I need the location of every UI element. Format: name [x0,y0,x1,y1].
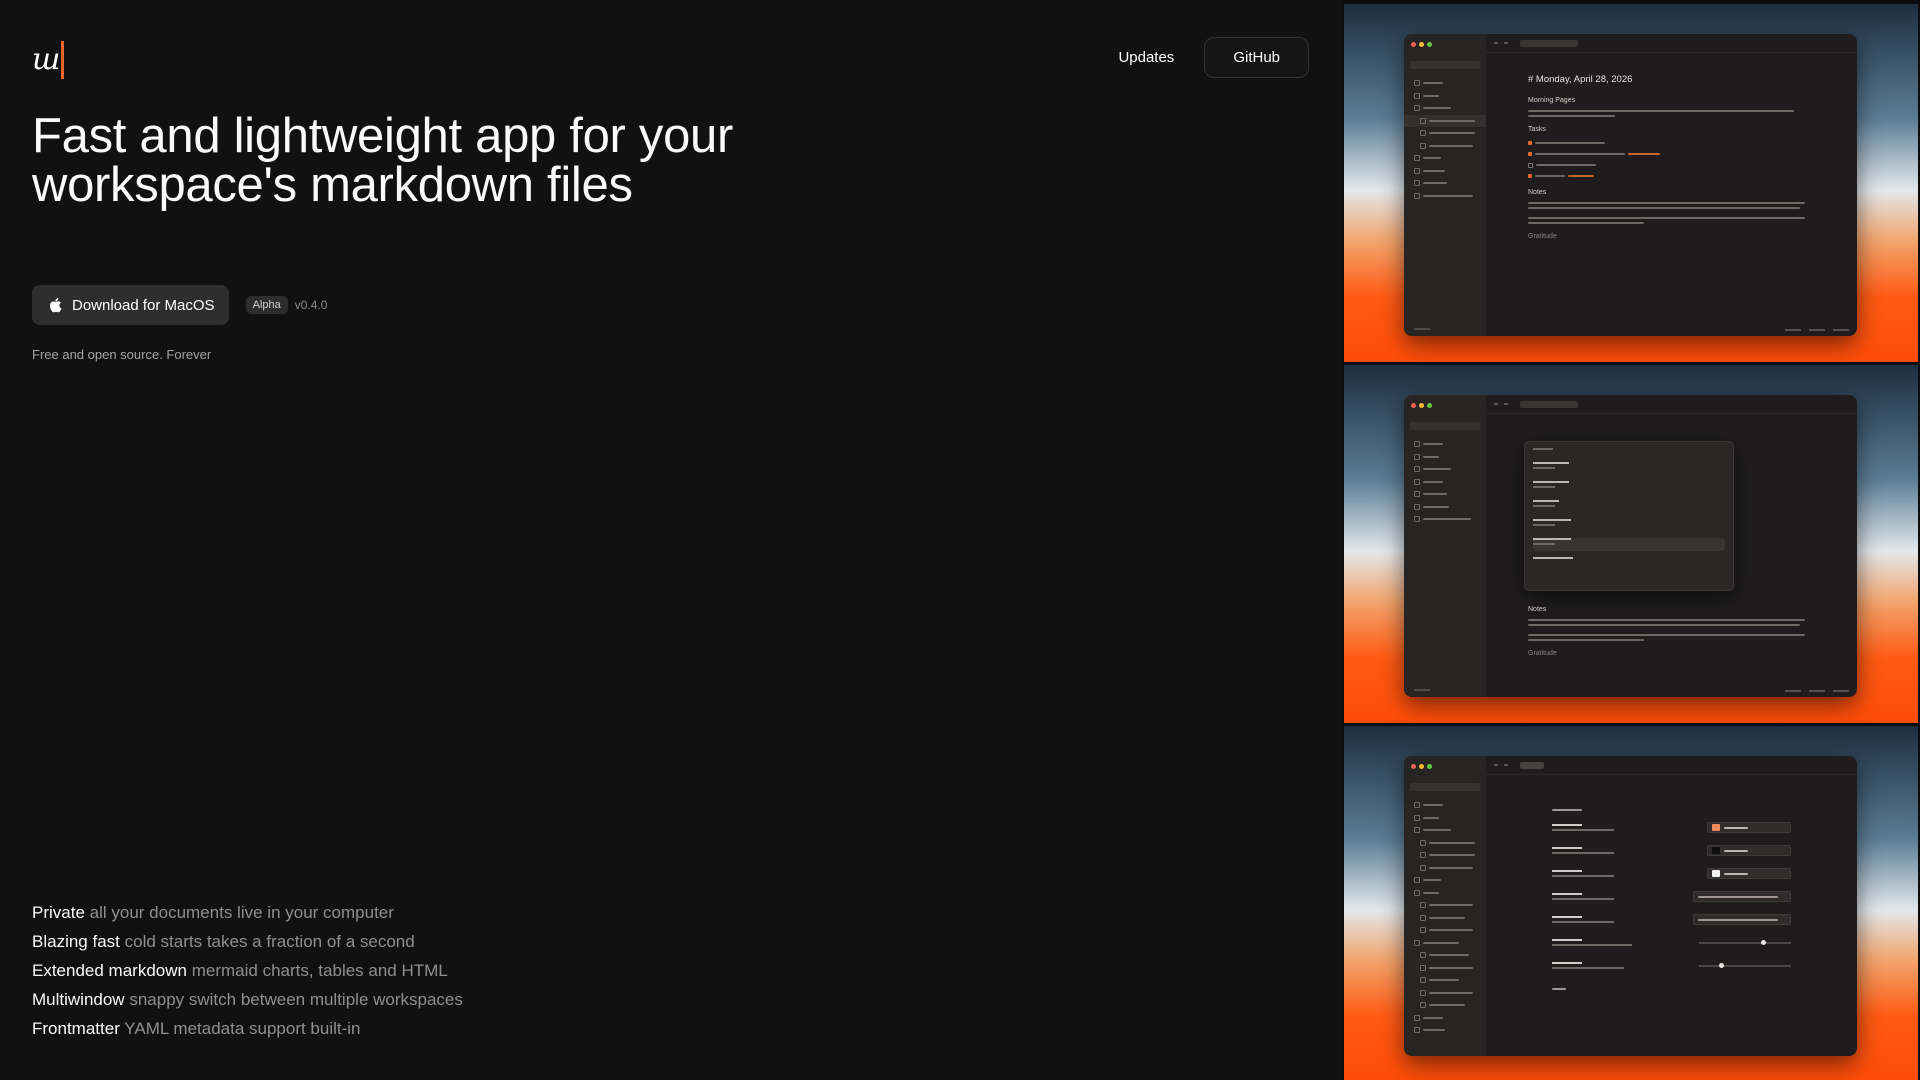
version-label: v0.4.0 [294,298,328,312]
feature-desc: snappy switch between multiple workspace… [129,990,463,1009]
mock-heading: Gratitude [1528,233,1557,240]
app-window-mock: # Monday, April 28, 2026 Morning Pages T… [1404,34,1857,336]
mock-sidebar [1404,395,1486,697]
mock-editor: Notes Gratitude [1486,395,1857,697]
logo-caret [61,41,65,79]
mock-doc-title: # Monday, April 28, 2026 [1528,74,1633,85]
mock-heading: Gratitude [1528,650,1557,657]
feature-title: Private [32,903,85,922]
app-window-mock [1404,756,1857,1056]
github-button[interactable]: GitHub [1204,37,1309,78]
feature-item: Blazing fast cold starts takes a fractio… [32,927,463,956]
feature-desc: mermaid charts, tables and HTML [191,961,448,980]
screenshot-editor: # Monday, April 28, 2026 Morning Pages T… [1344,4,1918,362]
mock-heading: Notes [1528,606,1547,613]
feature-list: Private all your documents live in your … [32,898,463,1043]
screenshot-settings [1344,726,1918,1080]
mock-heading: Tasks [1528,126,1546,133]
alpha-badge: Alpha [245,296,288,314]
app-window-mock: Notes Gratitude [1404,395,1857,697]
mock-heading: Notes [1528,189,1547,196]
mock-search [1410,61,1480,69]
app-logo[interactable]: ш [32,41,65,79]
feature-title: Blazing fast [32,932,120,951]
download-label: Download for MacOS [72,296,215,314]
feature-item: Frontmatter YAML metadata support built-… [32,1014,463,1043]
top-nav: Updates GitHub [1088,37,1309,78]
updates-link[interactable]: Updates [1088,38,1204,77]
tagline: Free and open source. Forever [32,347,212,362]
feature-item: Multiwindow snappy switch between multip… [32,985,463,1014]
screenshot-gallery: # Monday, April 28, 2026 Morning Pages T… [1343,0,1920,1080]
mock-settings [1486,756,1857,1056]
feature-item: Extended markdown mermaid charts, tables… [32,956,463,985]
mock-sidebar [1404,756,1486,1056]
mock-heading: Morning Pages [1528,97,1576,104]
mock-sidebar [1404,34,1486,336]
traffic-lights [1404,38,1486,51]
apple-icon [49,298,62,313]
feature-desc: YAML metadata support built-in [124,1019,361,1038]
feature-title: Multiwindow [32,990,125,1009]
download-row: Download for MacOS Alpha v0.4.0 [32,285,327,325]
feature-desc: cold starts takes a fraction of a second [124,932,415,951]
feature-title: Frontmatter [32,1019,120,1038]
hero-title: Fast and lightweight app for your worksp… [32,109,734,212]
mock-command-palette [1524,441,1734,591]
download-macos-button[interactable]: Download for MacOS [32,285,229,325]
logo-mark: ш [32,42,60,77]
feature-item: Private all your documents live in your … [32,898,463,927]
feature-title: Extended markdown [32,961,187,980]
screenshot-command-palette: Notes Gratitude [1344,365,1918,723]
feature-desc: all your documents live in your computer [89,903,394,922]
landing-content: ш Updates GitHub Fast and lightweight ap… [0,0,1343,1080]
mock-editor: # Monday, April 28, 2026 Morning Pages T… [1486,34,1857,336]
